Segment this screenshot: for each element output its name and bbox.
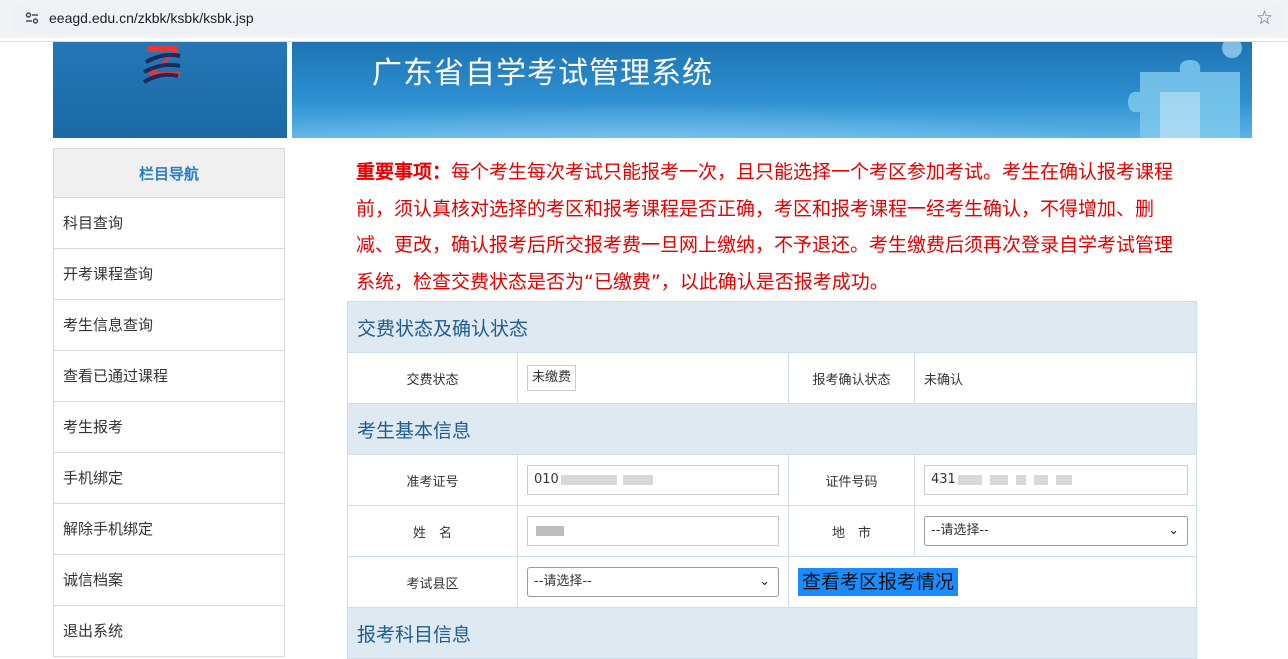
star-icon[interactable]: ☆ [1256, 7, 1273, 29]
city-select-value: --请选择-- [931, 523, 989, 538]
notice-text: 每个考生每次考试只能报考一次，且只能选择一个考区参加考试。考生在确认报考课程前，… [356, 161, 1174, 293]
section-row: 交费状态及确认状态 [346, 301, 1198, 353]
sidebar-item-bind-phone[interactable]: 手机绑定 [53, 453, 285, 504]
section-title-basic: 考生基本信息 [346, 403, 1198, 455]
sidebar-heading: 栏目导航 [53, 148, 285, 198]
sidebar-item-course-query[interactable]: 开考课程查询 [53, 249, 285, 300]
id-no-label: 证件号码 [788, 454, 915, 506]
table-row: 交费状态 未缴费 报考确认状态 未确认 [347, 352, 1198, 404]
redacted-block [536, 525, 564, 536]
name-cell [517, 505, 789, 557]
section-title-status: 交费状态及确认状态 [346, 301, 1198, 353]
city-select[interactable]: --请选择-- ⌄ [924, 516, 1188, 546]
sidebar-item-subject-query[interactable]: 科目查询 [53, 198, 285, 249]
section-title-subjects: 报考科目信息 [346, 607, 1198, 659]
county-label: 考试县区 [347, 556, 518, 608]
table-row: 考试县区 --请选择-- ⌄ 查看考区报考情况 [347, 556, 1198, 608]
banner-glow [292, 102, 1232, 138]
tune-icon[interactable] [24, 10, 40, 26]
redacted-block [957, 474, 982, 485]
chevron-down-icon: ⌄ [759, 574, 770, 589]
redacted-block [1033, 474, 1048, 485]
pay-status-value: 未缴费 [527, 365, 577, 391]
name-label: 姓 名 [347, 505, 518, 557]
redacted-block [1015, 474, 1026, 485]
section-row: 考生基本信息 [346, 403, 1198, 455]
sidebar-nav: 栏目导航 科目查询 开考课程查询 考生信息查询 查看已通过课程 考生报考 手机绑… [53, 148, 285, 657]
city-label: 地 市 [788, 505, 915, 557]
confirm-status-value: 未确认 [913, 352, 1198, 404]
exam-no-cell: 010 [517, 454, 789, 506]
id-no-value: 431 [931, 472, 956, 487]
sidebar-item-passed-courses[interactable]: 查看已通过课程 [53, 351, 285, 402]
url-text[interactable]: eeagd.edu.cn/zkbk/ksbk/ksbk.jsp [49, 10, 254, 26]
city-cell: --请选择-- ⌄ [913, 505, 1198, 557]
browser-toolbar: eeagd.edu.cn/zkbk/ksbk/ksbk.jsp ☆ [0, 0, 1288, 38]
chevron-down-icon: ⌄ [1168, 523, 1179, 538]
sidebar-item-exam-registration[interactable]: 考生报考 [53, 402, 285, 453]
county-select-value: --请选择-- [534, 574, 592, 589]
redacted-block [989, 474, 1008, 485]
redacted-block [622, 474, 653, 485]
emblem-logo [142, 46, 181, 84]
table-row: 姓 名 地 市 --请选择-- ⌄ [347, 505, 1198, 557]
exam-no-field[interactable]: 010 [527, 465, 779, 495]
exam-no-label: 准考证号 [347, 454, 518, 506]
sidebar-item-integrity-record[interactable]: 诚信档案 [53, 555, 285, 606]
exam-no-value: 010 [534, 472, 559, 487]
puzzle-icon [1128, 42, 1242, 138]
view-button-cell: 查看考区报考情况 [787, 556, 1198, 608]
registration-form: 交费状态及确认状态 交费状态 未缴费 报考确认状态 未确认 考生基本信息 准考证… [346, 301, 1198, 659]
notice-label: 重要事项： [356, 161, 452, 183]
county-select[interactable]: --请选择-- ⌄ [527, 567, 779, 597]
redacted-block [1055, 474, 1072, 485]
county-cell: --请选择-- ⌄ [517, 556, 789, 608]
pay-status-cell: 未缴费 [517, 352, 789, 404]
site-title: 广东省自学考试管理系统 [372, 56, 713, 91]
id-no-field[interactable]: 431 [924, 465, 1188, 495]
redacted-block [560, 474, 617, 485]
pay-status-label: 交费状态 [347, 352, 518, 404]
sidebar-item-logout[interactable]: 退出系统 [53, 606, 285, 657]
confirm-status-label: 报考确认状态 [788, 352, 915, 404]
section-row: 报考科目信息 [346, 607, 1198, 659]
header-banner: 广东省自学考试管理系统 [292, 42, 1252, 138]
sidebar-item-candidate-info[interactable]: 考生信息查询 [53, 300, 285, 351]
important-notice: 重要事项：每个考生每次考试只能报考一次，且只能选择一个考区参加考试。考生在确认报… [356, 154, 1186, 300]
table-row: 准考证号 010 证件号码 431 [347, 454, 1198, 506]
name-field[interactable] [527, 516, 779, 546]
id-no-cell: 431 [913, 454, 1198, 506]
sidebar-item-unbind-phone[interactable]: 解除手机绑定 [53, 504, 285, 555]
view-exam-area-button[interactable]: 查看考区报考情况 [798, 568, 959, 596]
